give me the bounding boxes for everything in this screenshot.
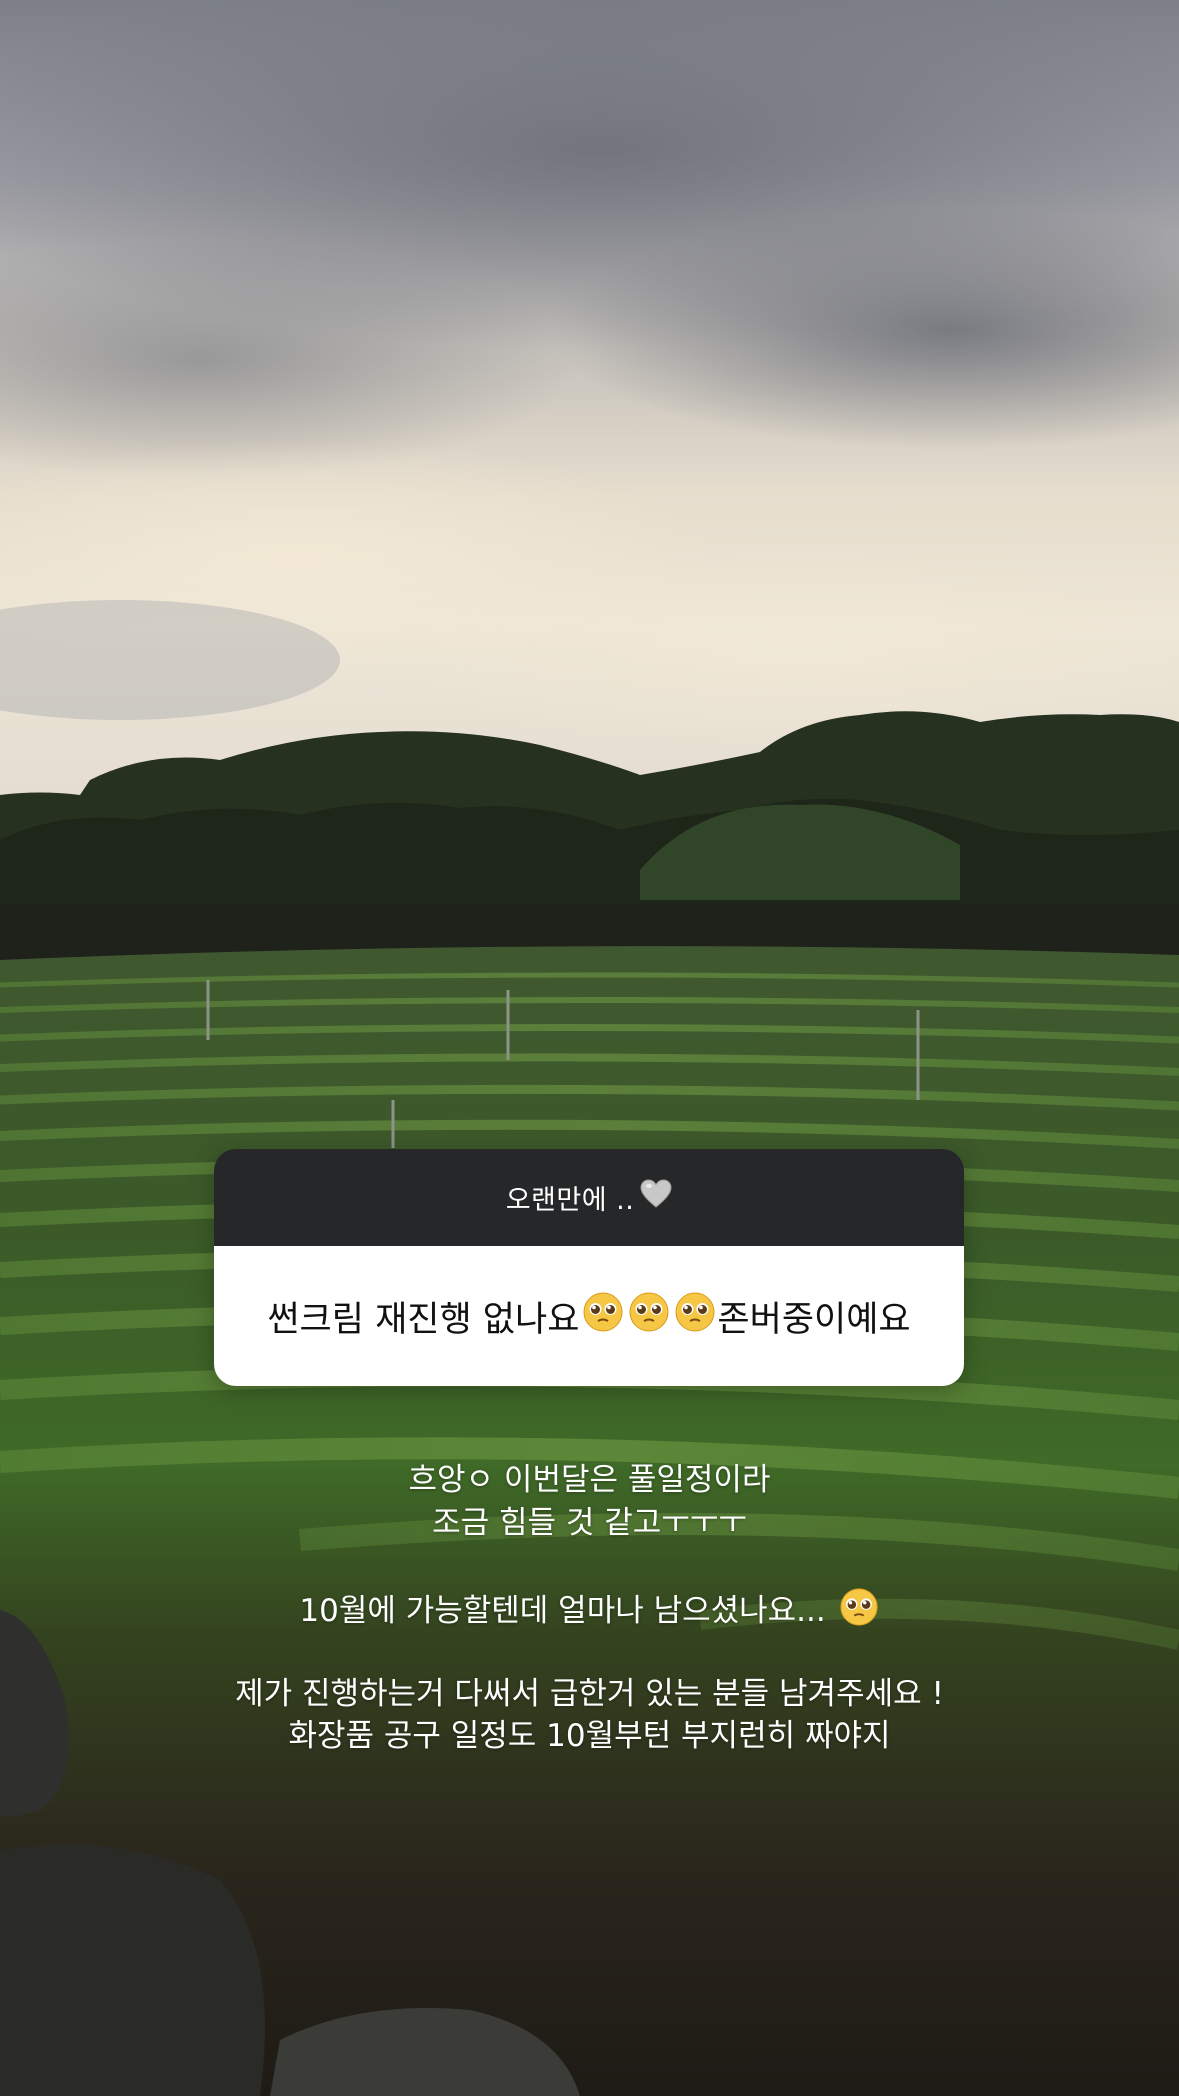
question-sticker-header: 오랜만에 .. (214, 1149, 964, 1246)
question-sticker[interactable]: 오랜만에 .. 썬크림 재진행 없나요 존버중이예요 (214, 1149, 964, 1386)
story-view: 오랜만에 .. 썬크림 재진행 없나요 존버중이예요 흐앙ㅇ 이번달은 풀일정이… (0, 0, 1179, 2096)
question-answer: 썬크림 재진행 없나요 존버중이예요 (214, 1246, 964, 1386)
answer-text: 썬크림 재진행 없나요 (267, 1299, 580, 1340)
pleading-face-icon (673, 1290, 717, 1343)
reply-line-2: 조금 힘들 것 같고ㅜㅜㅜ (432, 1505, 747, 1541)
reply-line-3: 10월에 가능할텐데 얼마나 남으셨나요... (0, 1586, 1179, 1639)
reply-line-4: 제가 진행하는거 다써서 급한거 있는 분들 남겨주세요 ! (235, 1676, 944, 1712)
reply-line-1: 흐앙ㅇ 이번달은 풀일정이라 (408, 1462, 771, 1498)
pleading-face-icon (627, 1290, 671, 1343)
answer-suffix: 존버중이예요 (717, 1299, 911, 1340)
reply-line-5: 화장품 공구 일정도 10월부턴 부지런히 짜야지 (288, 1718, 891, 1754)
question-prompt: 오랜만에 .. (505, 1185, 635, 1216)
reply-line-3-text: 10월에 가능할텐데 얼마나 남으셨나요... (299, 1593, 826, 1629)
grey-heart-icon (640, 1179, 672, 1216)
background-photo (0, 0, 1179, 2096)
pleading-face-icon (838, 1586, 880, 1639)
pleading-face-icon (581, 1290, 625, 1343)
